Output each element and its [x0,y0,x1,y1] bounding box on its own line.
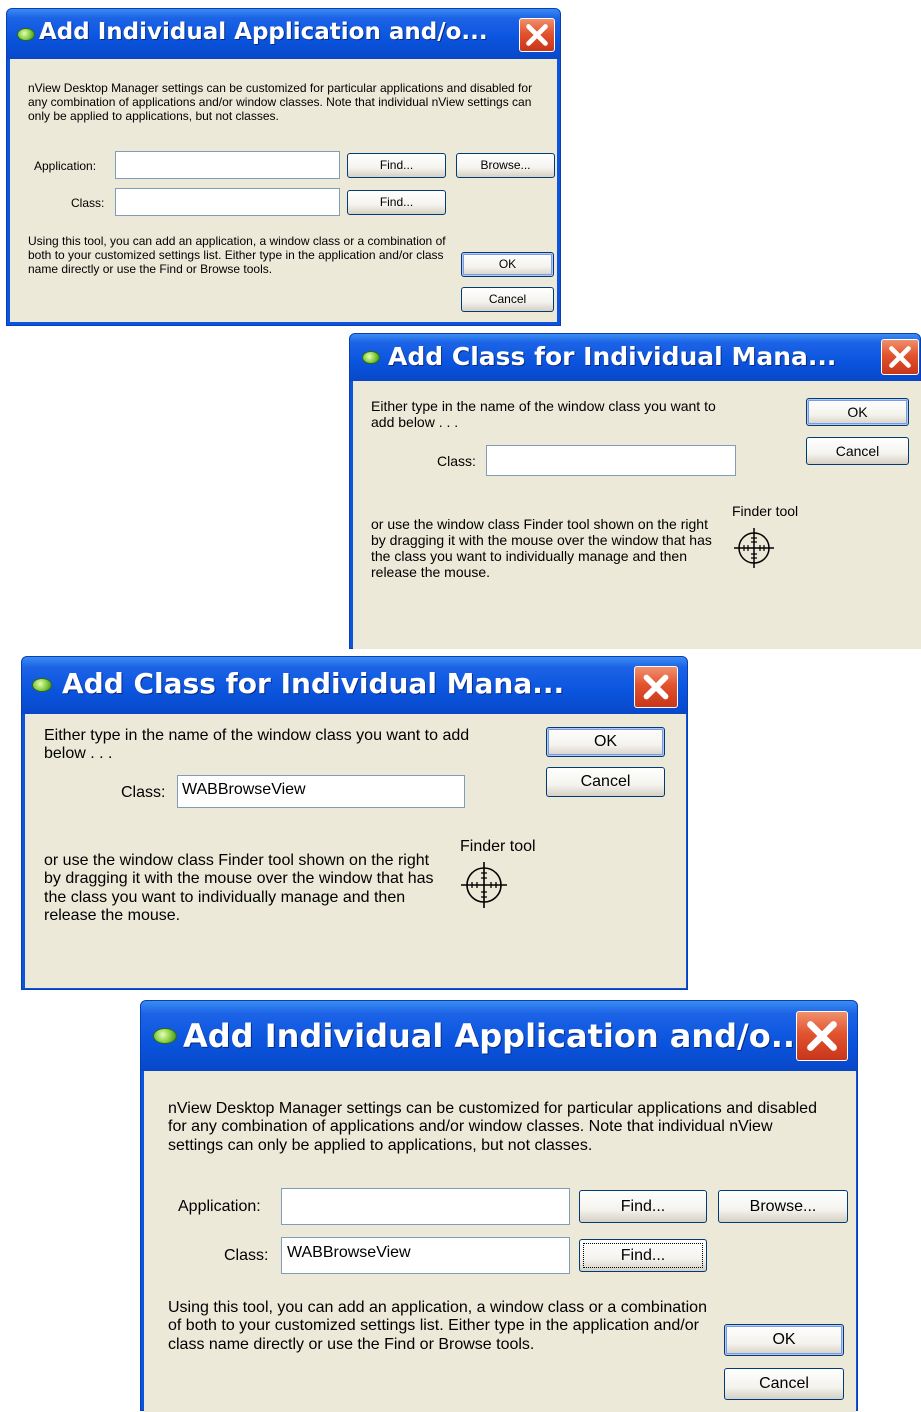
close-button[interactable] [881,339,919,375]
window-title: Add Class for Individual Mana... [388,342,837,371]
ok-button[interactable]: OK [461,252,554,277]
close-icon [643,674,669,700]
description-text: nView Desktop Manager settings can be cu… [28,81,533,123]
finder-tool-label: Finder tool [460,838,536,855]
find-application-button[interactable]: Find... [347,153,446,178]
add-class-dialog-1: Add Class for Individual Mana... Either … [349,333,921,649]
finder-instructions-text: or use the window class Finder tool show… [44,852,434,925]
class-label: Class: [121,784,166,801]
application-label: Application: [178,1198,261,1215]
footer-text: Using this tool, you can add an applicat… [28,234,446,276]
crosshair-target-icon[interactable] [731,528,777,568]
class-label: Class: [71,196,105,210]
nvidia-eye-icon [362,351,380,364]
title-bar[interactable]: Add Individual Application and/o... [7,9,560,59]
cancel-button[interactable]: Cancel [806,437,909,465]
ok-button[interactable]: OK [724,1324,844,1356]
finder-tool-label: Finder tool [732,503,799,519]
add-class-dialog-2: Add Class for Individual Mana... Either … [21,656,688,990]
cancel-button[interactable]: Cancel [461,287,554,312]
nvidia-eye-icon [32,678,52,692]
find-class-button[interactable]: Find... [579,1239,707,1272]
application-input[interactable] [281,1188,570,1225]
application-input[interactable] [115,151,340,179]
class-label: Class: [224,1247,269,1264]
nvidia-eye-icon [153,1028,177,1044]
add-application-dialog-2: Add Individual Application and/o... nVie… [140,1000,858,1412]
close-button[interactable] [634,666,678,708]
dialog-body: nView Desktop Manager settings can be cu… [144,1071,856,1412]
ok-button[interactable]: OK [546,727,665,757]
close-icon [889,346,911,368]
browse-button[interactable]: Browse... [718,1190,848,1223]
add-application-dialog-1: Add Individual Application and/o... nVie… [6,8,561,326]
browse-button[interactable]: Browse... [456,153,555,178]
cancel-button[interactable]: Cancel [546,767,665,797]
intro-text: Either type in the name of the window cl… [44,727,470,763]
dialog-body: Either type in the name of the window cl… [353,381,921,649]
close-button[interactable] [519,18,555,52]
class-label: Class: [437,453,476,469]
close-icon [807,1021,837,1051]
close-button[interactable] [796,1011,848,1061]
title-bar[interactable]: Add Class for Individual Mana... [22,657,687,714]
nvidia-eye-icon [17,28,35,41]
window-title: Add Individual Application and/o... [183,1017,808,1055]
find-application-button[interactable]: Find... [579,1190,707,1223]
intro-text: Either type in the name of the window cl… [371,398,716,431]
window-title: Add Individual Application and/o... [39,19,488,45]
class-input[interactable] [486,445,736,476]
class-input[interactable]: WABBrowseView [177,775,465,808]
crosshair-target-icon[interactable] [457,862,511,908]
cancel-button[interactable]: Cancel [724,1368,844,1400]
ok-button[interactable]: OK [806,398,909,426]
footer-text: Using this tool, you can add an applicat… [168,1299,707,1353]
class-input[interactable]: WABBrowseView [281,1237,570,1274]
description-text: nView Desktop Manager settings can be cu… [168,1100,817,1154]
finder-instructions-text: or use the window class Finder tool show… [371,516,712,581]
application-label: Application: [34,159,97,173]
title-bar[interactable]: Add Individual Application and/o... [141,1001,857,1071]
find-class-button[interactable]: Find... [347,190,446,215]
dialog-body: nView Desktop Manager settings can be cu… [10,59,557,322]
class-input[interactable] [115,188,340,216]
dialog-body: Either type in the name of the window cl… [25,714,686,988]
close-icon [526,24,548,46]
window-title: Add Class for Individual Mana... [62,667,565,700]
title-bar[interactable]: Add Class for Individual Mana... [350,334,920,381]
